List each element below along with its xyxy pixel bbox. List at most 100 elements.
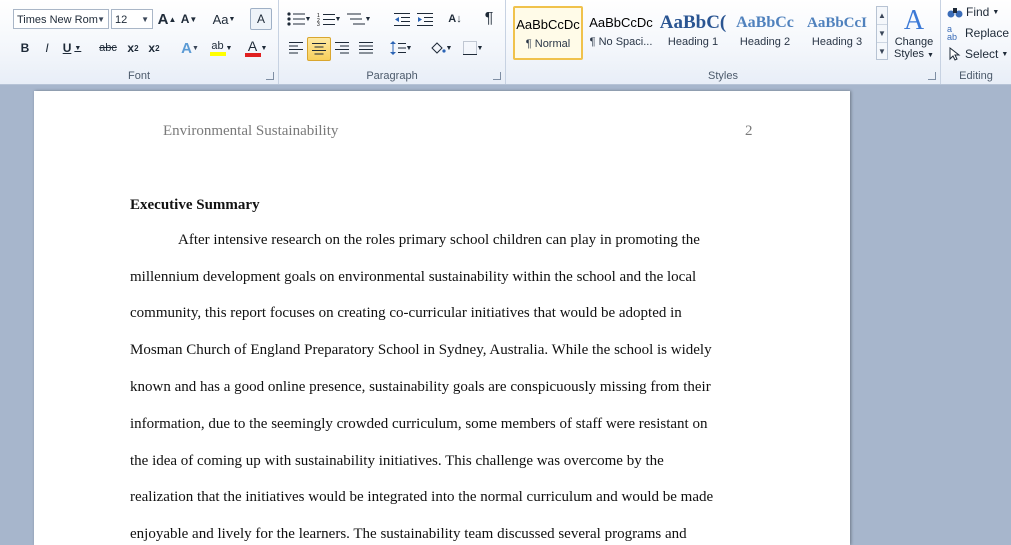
style-name: Heading 2 <box>739 36 791 48</box>
binoculars-icon <box>947 8 963 18</box>
style-preview: AaBbCc <box>736 14 794 31</box>
font-dialog-launcher[interactable] <box>266 72 274 80</box>
style-preview: AaBbCcDc <box>589 15 653 30</box>
style-name: Heading 3 <box>811 36 863 48</box>
style-no-spacing[interactable]: AaBbCcDc ¶ No Spaci... <box>586 6 656 60</box>
shading-button[interactable]: ▼ <box>427 38 455 58</box>
font-size-value: 12 <box>115 14 128 26</box>
ribbon: Times New Rom ▼ 12 ▼ A ▲ A ▼ Aa ▼ A B I U ▼ … <box>0 0 1011 85</box>
style-normal[interactable]: AaBbCcDc ¶ Normal <box>513 6 583 60</box>
paragraph-line: known and has a good online presence, su… <box>130 379 711 395</box>
line-spacing-button[interactable]: ▼ <box>387 38 415 58</box>
numbering-button[interactable]: 1 2 3 ▼ <box>316 9 342 29</box>
text-effects-button[interactable]: A ▼ <box>178 38 202 58</box>
select-label: Select <box>965 47 999 61</box>
find-label: Find <box>966 5 990 19</box>
decrease-indent-icon <box>394 13 410 26</box>
underline-button[interactable]: U ▼ <box>61 38 83 58</box>
select-button[interactable]: Select ▼ <box>947 45 1011 63</box>
replace-label: Replace <box>965 26 1010 40</box>
strikethrough-icon: abc <box>99 42 117 54</box>
bullets-icon <box>286 12 305 26</box>
styles-dialog-launcher[interactable] <box>928 72 936 80</box>
align-left-button[interactable] <box>286 38 306 58</box>
document-page[interactable]: Environmental Sustainability 2 Executive… <box>34 91 850 545</box>
paragraph-line: millennium development goals on environm… <box>130 269 697 285</box>
paint-bucket-icon <box>430 42 446 54</box>
shrink-font-icon: A <box>180 12 190 26</box>
justify-icon <box>359 42 373 54</box>
paragraph-line: After intensive research on the roles pr… <box>178 232 700 248</box>
paragraph-line: Mosman Church of England Preparatory Sch… <box>130 342 712 358</box>
increase-indent-icon <box>417 13 433 26</box>
font-name-value: Times New Rom <box>17 14 98 26</box>
editing-group: Find ▼ a ab Replace Select ▼ Editing <box>941 0 1011 84</box>
highlight-icon: ab <box>209 40 226 56</box>
line-spacing-icon <box>389 41 406 55</box>
change-styles-icon: A <box>903 5 925 36</box>
font-color-glyph: A <box>247 38 258 54</box>
italic-icon: I <box>45 41 49 55</box>
paragraph-line: enjoyable and lively for the learners. T… <box>130 526 687 542</box>
change-case-button[interactable]: Aa ▼ <box>211 9 237 29</box>
text-effects-icon: A <box>181 39 192 57</box>
font-name-dropdown[interactable]: Times New Rom ▼ <box>13 9 109 29</box>
scroll-down-icon[interactable]: ▼ <box>877 25 887 43</box>
superscript-icon: x <box>148 41 156 55</box>
section-heading: Executive Summary <box>130 197 260 213</box>
grow-font-button[interactable]: A ▲ <box>158 9 177 29</box>
borders-icon <box>462 41 477 55</box>
change-styles-label-text: Styles <box>894 48 924 60</box>
style-heading-2[interactable]: AaBbCc Heading 2 <box>730 6 800 60</box>
font-color-button[interactable]: A ▼ <box>242 38 270 58</box>
align-right-button[interactable] <box>332 38 352 58</box>
decrease-indent-button[interactable] <box>392 9 412 29</box>
paragraph-group: ▼ 1 2 3 ▼ ▼ A↓ ¶ ▼ ▼ ▼ Paragraph <box>279 0 506 84</box>
replace-button[interactable]: a ab Replace <box>947 24 1011 42</box>
paragraph-line: realization that the initiatives would b… <box>130 489 714 505</box>
font-size-dropdown[interactable]: 12 ▼ <box>111 9 153 29</box>
paragraph-line: community, this report focuses on creati… <box>130 305 682 321</box>
font-group-label: Font <box>127 70 150 82</box>
change-styles-label: Change <box>894 36 934 48</box>
borders-button[interactable]: ▼ <box>459 38 487 58</box>
style-heading-3[interactable]: AaBbCcI Heading 3 <box>802 6 872 60</box>
highlight-button[interactable]: ab ▼ <box>207 38 235 58</box>
subscript-icon: x <box>127 41 135 55</box>
font-color-bar <box>244 53 261 57</box>
editing-group-label: Editing <box>959 70 993 82</box>
find-button[interactable]: Find ▼ <box>947 3 1007 21</box>
more-styles-icon[interactable]: ▼ <box>877 43 887 60</box>
strikethrough-button[interactable]: abc <box>97 38 119 58</box>
svg-text:3: 3 <box>317 22 320 26</box>
style-name: Heading 1 <box>667 36 719 48</box>
multilevel-list-icon <box>346 13 365 25</box>
style-name: ¶ No Spaci... <box>589 36 653 48</box>
numbering-icon: 123 <box>317 13 335 26</box>
align-left-icon <box>289 42 303 54</box>
paragraph-line: information, due to the seemingly crowde… <box>130 416 708 432</box>
sort-button[interactable]: A↓ <box>445 9 465 29</box>
show-formatting-button[interactable]: ¶ <box>479 9 499 29</box>
superscript-button[interactable]: x2 <box>145 38 163 58</box>
sort-icon: A↓ <box>448 13 462 25</box>
bold-button[interactable]: B <box>16 38 34 58</box>
style-preview: AaBbCcI <box>806 15 867 31</box>
bullets-button[interactable]: ▼ <box>286 9 312 29</box>
align-center-button[interactable] <box>307 37 331 61</box>
align-center-icon <box>312 43 326 55</box>
multilevel-list-button[interactable]: ▼ <box>346 9 372 29</box>
change-styles-label-2: Styles ▼ <box>894 48 934 60</box>
shrink-font-button[interactable]: A ▼ <box>180 9 198 29</box>
justify-button[interactable] <box>356 38 376 58</box>
style-heading-1[interactable]: AaBbC( Heading 1 <box>658 6 728 60</box>
change-styles-button[interactable]: A Change Styles ▼ <box>891 3 937 65</box>
subscript-button[interactable]: x2 <box>124 38 142 58</box>
styles-gallery-scroll[interactable]: ▲ ▼ ▼ <box>876 6 888 60</box>
align-right-icon <box>335 42 349 54</box>
clear-formatting-button[interactable]: A <box>250 8 272 30</box>
increase-indent-button[interactable] <box>415 9 435 29</box>
italic-button[interactable]: I <box>38 38 56 58</box>
paragraph-dialog-launcher[interactable] <box>493 72 501 80</box>
scroll-up-icon[interactable]: ▲ <box>877 7 887 25</box>
